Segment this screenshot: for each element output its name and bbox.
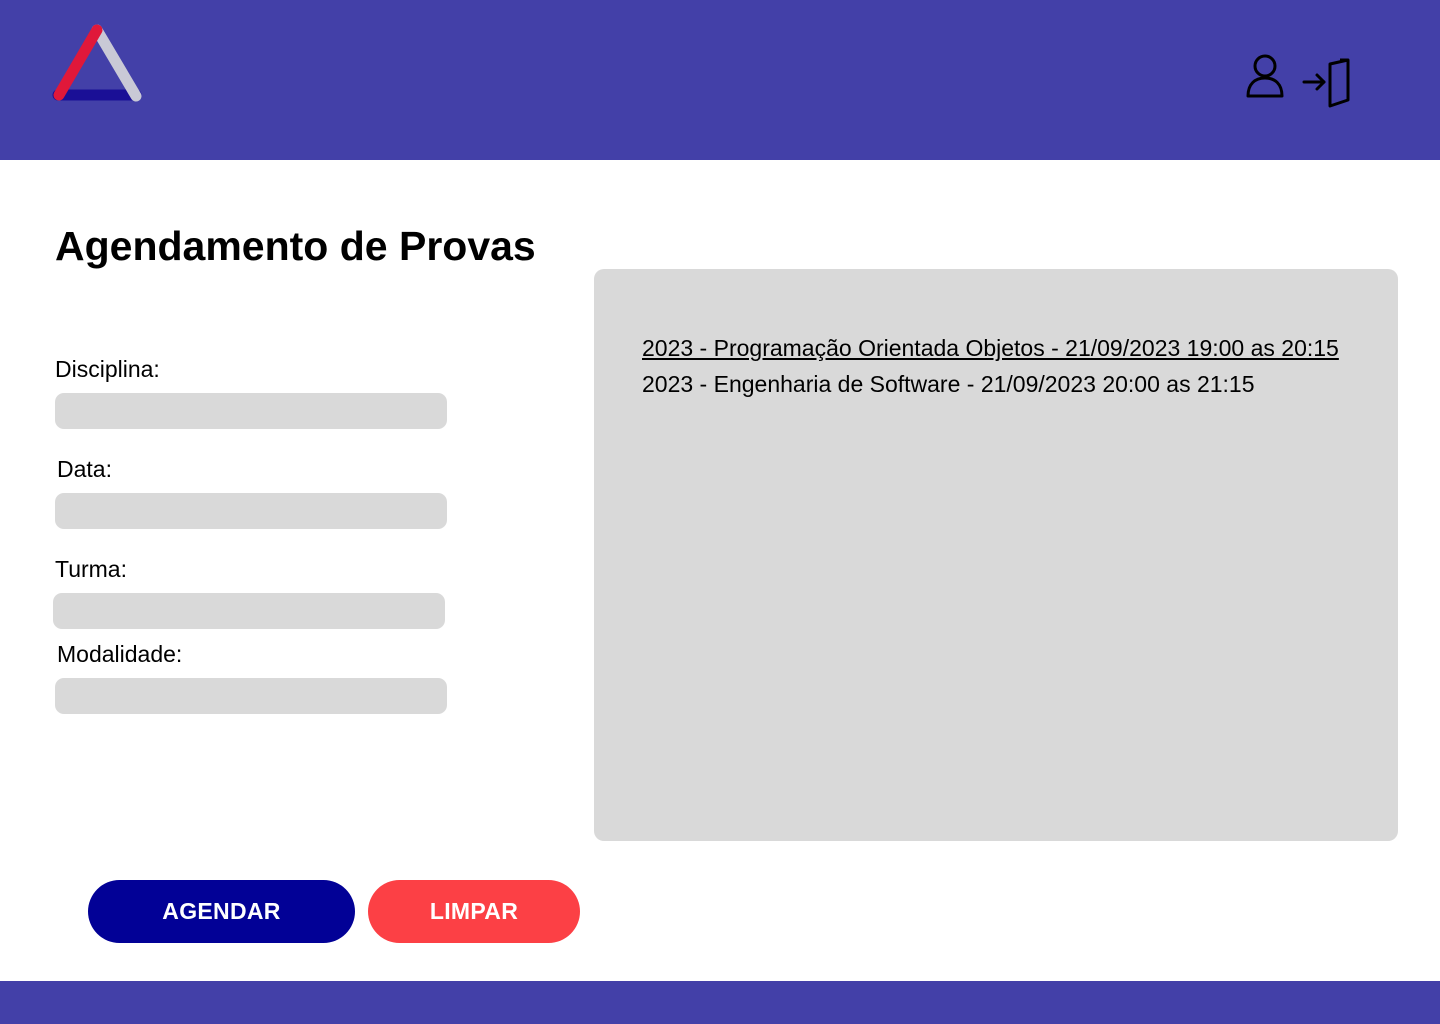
modalidade-input[interactable] — [55, 678, 447, 714]
exam-list-item[interactable]: 2023 - Programação Orientada Objetos - 2… — [642, 334, 1339, 362]
disciplina-input[interactable] — [55, 393, 447, 429]
footer-bar — [0, 981, 1440, 1024]
data-label: Data: — [57, 456, 112, 482]
top-bar — [0, 0, 1440, 160]
page-title: Agendamento de Provas — [55, 223, 536, 269]
agendar-button[interactable]: AGENDAR — [88, 880, 355, 943]
modalidade-label: Modalidade: — [57, 641, 183, 667]
turma-label: Turma: — [55, 556, 127, 582]
limpar-button[interactable]: LIMPAR — [368, 880, 580, 943]
exam-list-panel: 2023 - Programação Orientada Objetos - 2… — [594, 269, 1398, 841]
disciplina-label: Disciplina: — [55, 356, 160, 382]
data-input[interactable] — [55, 493, 447, 529]
logout-icon[interactable] — [1300, 56, 1356, 112]
turma-input[interactable] — [53, 593, 445, 629]
exam-list-item[interactable]: 2023 - Engenharia de Software - 21/09/20… — [642, 370, 1255, 398]
user-icon[interactable] — [1240, 52, 1290, 102]
triangle-logo[interactable] — [50, 20, 150, 106]
